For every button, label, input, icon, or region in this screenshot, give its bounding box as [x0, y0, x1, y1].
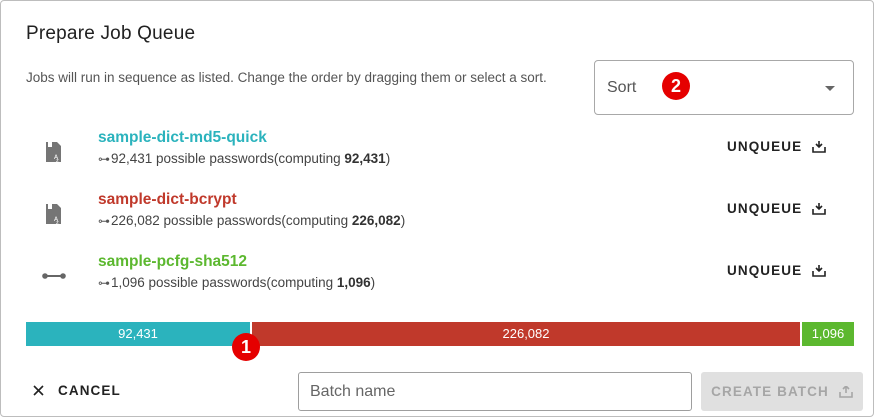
job-detail-suffix: )	[385, 151, 391, 166]
upload-icon	[839, 385, 853, 398]
close-icon	[33, 385, 44, 396]
unqueue-button[interactable]: UNQUEUE	[727, 201, 827, 216]
prepare-job-queue-dialog: Prepare Job Queue Jobs will run in seque…	[0, 0, 874, 417]
unqueue-button[interactable]: UNQUEUE	[727, 263, 827, 278]
unqueue-label: UNQUEUE	[727, 139, 803, 154]
job-detail-suffix: )	[400, 213, 406, 228]
job-detail: ⊶92,431 possible passwords(computing 92,…	[98, 151, 390, 166]
svg-text:z: z	[56, 158, 59, 164]
dictionary-file-icon: A z	[41, 201, 67, 227]
bar-segment: 1,096	[801, 322, 854, 346]
cancel-label: CANCEL	[58, 383, 121, 398]
cancel-button[interactable]: CANCEL	[33, 383, 121, 398]
job-detail-text: 1,096 possible passwords(computing	[111, 275, 337, 290]
job-detail-text: 92,431 possible passwords(computing	[111, 151, 345, 166]
key-icon: ⊶	[98, 276, 110, 290]
unqueue-icon	[812, 202, 827, 215]
unqueue-icon	[812, 140, 827, 153]
chevron-down-icon	[825, 86, 835, 91]
job-name: sample-dict-bcrypt	[98, 191, 237, 208]
job-detail: ⊶226,082 possible passwords(computing 22…	[98, 213, 405, 228]
job-detail-count: 226,082	[351, 213, 401, 228]
dialog-description: Jobs will run in sequence as listed. Cha…	[26, 70, 547, 85]
job-detail-count: 92,431	[344, 151, 386, 166]
bar-segment: 226,082	[252, 322, 800, 346]
unqueue-label: UNQUEUE	[727, 201, 803, 216]
unqueue-button[interactable]: UNQUEUE	[727, 139, 827, 154]
bar-segment: 92,431	[26, 322, 251, 346]
svg-text:z: z	[56, 220, 59, 226]
job-row[interactable]: A z sample-dict-bcrypt ⊶226,082 possible…	[1, 191, 875, 247]
pcfg-connector-icon	[41, 263, 67, 289]
job-name: sample-dict-md5-quick	[98, 129, 267, 146]
batch-name-input[interactable]	[298, 372, 692, 411]
key-icon: ⊶	[98, 152, 110, 166]
sort-select[interactable]: Sort	[594, 60, 854, 115]
job-row[interactable]: sample-pcfg-sha512 ⊶1,096 possible passw…	[1, 253, 875, 309]
job-detail: ⊶1,096 possible passwords(computing 1,09…	[98, 275, 375, 290]
sort-label: Sort	[607, 79, 637, 96]
annotation-badge-1: 1	[232, 333, 260, 361]
annotation-badge-2: 2	[662, 72, 690, 100]
job-row[interactable]: A z sample-dict-md5-quick ⊶92,431 possib…	[1, 129, 875, 185]
unqueue-icon	[812, 264, 827, 277]
key-icon: ⊶	[98, 214, 110, 228]
unqueue-label: UNQUEUE	[727, 263, 803, 278]
create-batch-button[interactable]: CREATE BATCH	[701, 372, 863, 411]
create-batch-label: CREATE BATCH	[711, 384, 829, 399]
dictionary-file-icon: A z	[41, 139, 67, 165]
job-name: sample-pcfg-sha512	[98, 253, 248, 270]
password-count-bar: 92,431 226,082 1,096	[26, 322, 854, 346]
dialog-title: Prepare Job Queue	[26, 23, 196, 44]
job-detail-count: 1,096	[336, 275, 371, 290]
job-detail-text: 226,082 possible passwords(computing	[111, 213, 352, 228]
job-detail-suffix: )	[370, 275, 376, 290]
